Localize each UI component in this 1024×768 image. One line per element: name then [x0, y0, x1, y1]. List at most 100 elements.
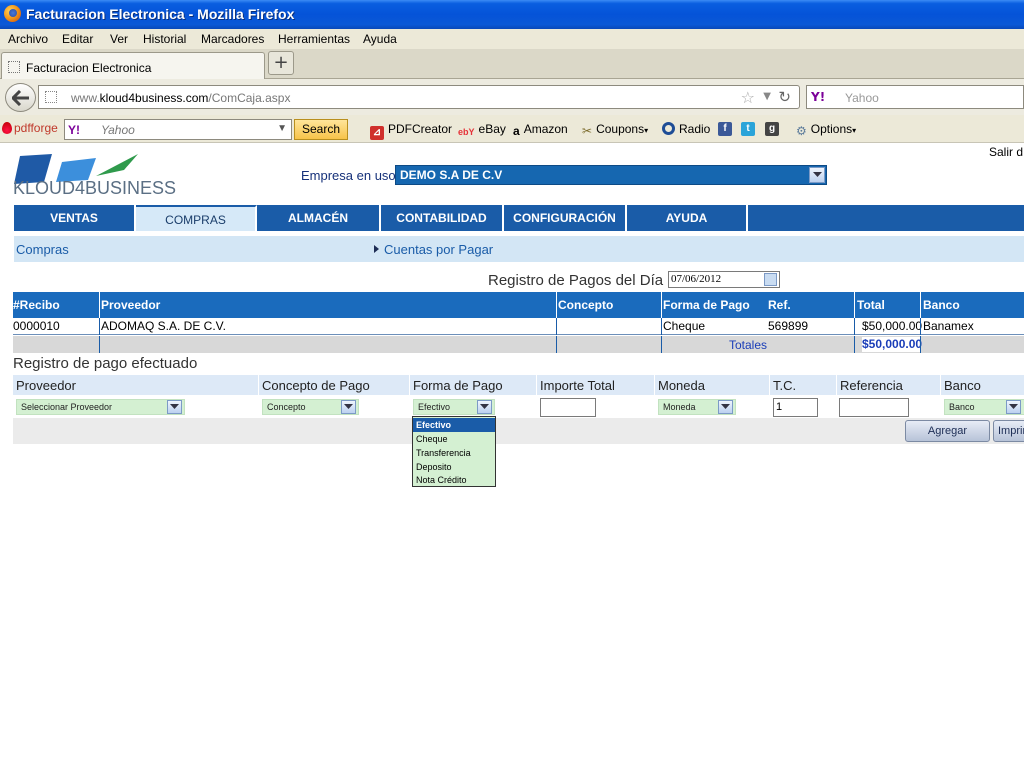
option-efectivo[interactable]: Efectivo: [413, 418, 495, 432]
coupons-button[interactable]: ✂ Coupons▾: [582, 122, 648, 138]
pdfcreator-button[interactable]: ⊿ PDFCreator: [370, 122, 452, 140]
chevron-down-icon: [477, 400, 492, 414]
registro-title: Registro de Pagos del Día: [488, 272, 664, 289]
nav-contabilidad[interactable]: CONTABILIDAD: [381, 205, 504, 231]
calendar-icon[interactable]: [764, 273, 777, 286]
nav-ayuda[interactable]: AYUDA: [627, 205, 748, 231]
importe-total-input[interactable]: [540, 398, 596, 417]
option-transferencia[interactable]: Transferencia: [413, 446, 495, 460]
menu-editar[interactable]: Editar: [62, 32, 93, 46]
empresa-select[interactable]: DEMO S.A DE C.V: [395, 165, 827, 185]
twitter-icon[interactable]: t: [741, 122, 755, 136]
new-tab-button[interactable]: +: [268, 51, 294, 75]
proveedor-select[interactable]: Seleccionar Proveedor: [16, 399, 185, 415]
date-input[interactable]: 07/06/2012: [668, 271, 780, 288]
logout-link[interactable]: Salir d: [989, 145, 1023, 159]
yahoo-search-input[interactable]: Y! Yahoo ▼: [64, 119, 292, 140]
tc-input[interactable]: 1: [773, 398, 818, 417]
yahoo-icon: Y!: [811, 90, 826, 104]
banco-select[interactable]: Banco: [944, 399, 1024, 415]
site-identity-icon: [45, 91, 57, 103]
label-referencia: Referencia: [837, 375, 940, 395]
url-text: www.kloud4business.com/ComCaja.aspx: [71, 91, 291, 105]
navigation-bar: www.kloud4business.com/ComCaja.aspx ☆ ▼ …: [0, 79, 1024, 115]
col-total[interactable]: Total: [857, 298, 885, 312]
triangle-right-icon: [374, 245, 379, 253]
col-ref[interactable]: Ref.: [768, 298, 791, 312]
concepto-select[interactable]: Concepto: [262, 399, 359, 415]
menu-ver[interactable]: Ver: [110, 32, 128, 46]
pdfforge-icon: [2, 122, 12, 134]
browser-search-box[interactable]: Y! Yahoo: [806, 85, 1024, 109]
totales-label: Totales: [729, 338, 768, 352]
logo-text: KLOUD4BUSINESS: [13, 178, 177, 198]
pago-title: Registro de pago efectuado: [13, 355, 198, 372]
radio-button[interactable]: Radio: [662, 122, 710, 136]
nav-ventas[interactable]: VENTAS: [14, 205, 136, 231]
coupon-icon: ✂: [582, 124, 593, 138]
form-footer: [13, 418, 1024, 444]
col-recibo[interactable]: #Recibo: [13, 298, 60, 312]
label-forma-pago: Forma de Pago: [410, 375, 536, 395]
amazon-button[interactable]: a Amazon: [513, 122, 568, 138]
col-forma-de-pago[interactable]: Forma de Pago: [663, 298, 750, 312]
url-dropdown-icon[interactable]: ▼: [763, 91, 771, 102]
pdfforge-logo[interactable]: pdfforge: [2, 121, 58, 135]
ebay-icon: ebY: [458, 127, 475, 137]
browser-window: Facturacion Electronica - Mozilla Firefo…: [0, 0, 1024, 768]
moneda-select[interactable]: Moneda: [658, 399, 736, 415]
col-concepto[interactable]: Concepto: [558, 298, 613, 312]
dropdown-icon[interactable]: ▼: [277, 123, 287, 134]
ebay-button[interactable]: ebY eBay: [458, 122, 506, 137]
breadcrumb-compras[interactable]: Compras: [16, 242, 69, 257]
grid-footer: Totales $50,000.00: [13, 336, 1024, 353]
pdf-icon: ⊿: [370, 126, 384, 140]
bookmark-star-icon[interactable]: ☆: [741, 88, 755, 107]
cell-recibo: 0000010: [13, 319, 60, 333]
googleplus-icon[interactable]: g: [765, 122, 779, 136]
reload-icon[interactable]: ↻: [778, 88, 791, 106]
option-nota-credito[interactable]: Nota Crédito: [413, 473, 495, 487]
main-nav: VENTAS COMPRAS ALMACÉN CONTABILIDAD CONF…: [14, 205, 1024, 231]
label-concepto-pago: Concepto de Pago: [259, 375, 409, 395]
nav-compras[interactable]: COMPRAS: [136, 205, 257, 231]
menu-herramientas[interactable]: Herramientas: [278, 32, 350, 46]
grid-header: #Recibo Proveedor Concepto Forma de Pago…: [13, 292, 1024, 318]
option-deposito[interactable]: Deposito: [413, 460, 495, 474]
label-banco: Banco: [941, 375, 1024, 395]
label-moneda: Moneda: [655, 375, 769, 395]
totales-value: $50,000.00: [862, 337, 923, 352]
date-value: 07/06/2012: [671, 273, 722, 285]
cell-ref: 569899: [768, 319, 809, 333]
radio-icon: [662, 122, 675, 135]
addon-toolbar: pdfforge Y! Yahoo ▼ Search ⊿ PDFCreator e…: [0, 115, 1024, 143]
options-button[interactable]: ⚙ Options▾: [796, 122, 856, 138]
yahoo-icon: Y!: [68, 123, 80, 137]
label-tc: T.C.: [770, 375, 836, 395]
table-row[interactable]: 0000010 ADOMAQ S.A. DE C.V. Cheque 56989…: [13, 318, 1024, 335]
page-icon: [8, 61, 20, 73]
nav-almacen[interactable]: ALMACÉN: [257, 205, 381, 231]
tab-facturacion[interactable]: Facturacion Electronica: [1, 52, 265, 79]
back-arrow-icon: [12, 90, 29, 106]
back-button[interactable]: [5, 83, 36, 112]
url-bar[interactable]: www.kloud4business.com/ComCaja.aspx ☆ ▼ …: [38, 85, 800, 109]
menu-ayuda[interactable]: Ayuda: [363, 32, 397, 46]
col-banco[interactable]: Banco: [923, 298, 960, 312]
imprimir-button[interactable]: Imprim: [993, 420, 1024, 442]
nav-configuracion[interactable]: CONFIGURACIÓN: [504, 205, 627, 231]
menu-historial[interactable]: Historial: [143, 32, 186, 46]
menu-bar: Archivo Editar Ver Historial Marcadores …: [0, 29, 1024, 49]
forma-pago-select[interactable]: Efectivo: [413, 399, 495, 415]
facebook-icon[interactable]: f: [718, 122, 732, 136]
label-proveedor: Proveedor: [13, 375, 258, 395]
referencia-input[interactable]: [839, 398, 909, 417]
breadcrumb-cuentas-por-pagar[interactable]: Cuentas por Pagar: [374, 242, 493, 257]
menu-marcadores[interactable]: Marcadores: [201, 32, 264, 46]
agregar-button[interactable]: Agregar: [905, 420, 990, 442]
yahoo-search-placeholder: Yahoo: [101, 123, 135, 137]
search-button[interactable]: Search: [294, 119, 348, 140]
menu-archivo[interactable]: Archivo: [8, 32, 48, 46]
option-cheque[interactable]: Cheque: [413, 432, 495, 446]
col-proveedor[interactable]: Proveedor: [101, 298, 160, 312]
